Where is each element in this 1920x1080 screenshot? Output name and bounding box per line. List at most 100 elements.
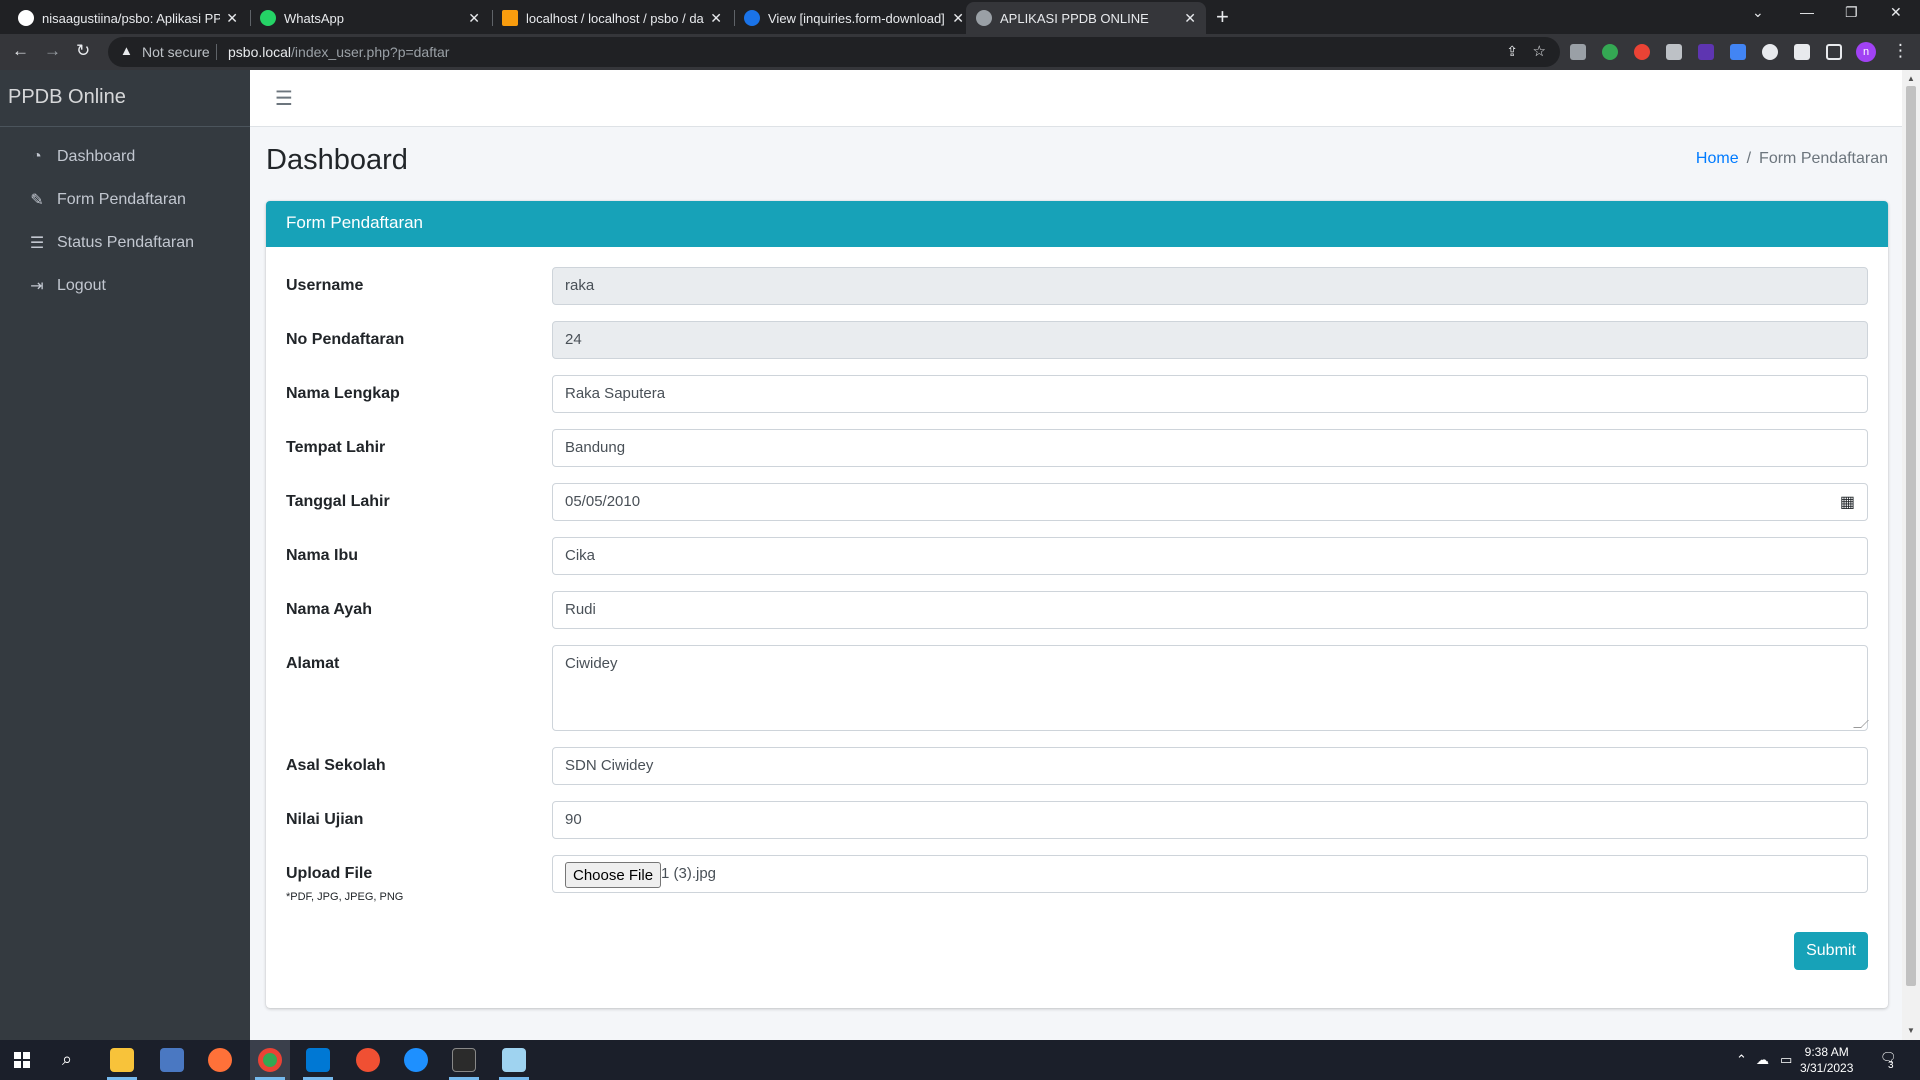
search-icon[interactable]: ⌕	[62, 1049, 72, 1070]
dashboard-icon: ◔	[32, 147, 42, 165]
sidepanel-icon[interactable]	[1826, 44, 1842, 60]
tab-title: WhatsApp	[284, 10, 344, 26]
url-path: /index_user.php?p=daftar	[291, 44, 450, 60]
date-value: 05/05/2010	[565, 493, 641, 510]
breadcrumb-home-link[interactable]: Home	[1696, 150, 1739, 167]
restore-icon[interactable]: ❐	[1845, 4, 1858, 21]
chevron-up-icon[interactable]: ⌃	[1736, 1052, 1747, 1068]
notepad-icon[interactable]	[502, 1048, 526, 1072]
choose-file-button[interactable]: Choose File	[565, 862, 662, 888]
close-icon[interactable]: ✕	[710, 10, 722, 27]
page-scrollbar[interactable]: ▲ ▼	[1902, 70, 1920, 1040]
scroll-down-icon[interactable]: ▼	[1907, 1026, 1915, 1035]
menu-icon[interactable]: ⋮	[1892, 41, 1909, 61]
extension-icon[interactable]	[1570, 44, 1586, 60]
field-label: Asal Sekolah	[286, 757, 386, 774]
new-tab-icon[interactable]: +	[1216, 4, 1229, 30]
chevron-down-icon[interactable]: ⌄	[1752, 4, 1764, 21]
registration-form-card: Form Pendaftaran Username raka No Pendaf…	[266, 201, 1888, 1008]
browser-toolbar: ← → ↻ ▲ Not secure psbo.local/index_user…	[0, 34, 1920, 70]
address-bar[interactable]: ▲ Not secure psbo.local/index_user.php?p…	[108, 37, 1560, 67]
nama-ibu-input[interactable]: Cika	[552, 537, 1868, 575]
postman-icon[interactable]	[356, 1048, 380, 1072]
tab-title: APLIKASI PPDB ONLINE	[1000, 10, 1149, 26]
back-icon[interactable]: ←	[12, 41, 29, 61]
field-label: Nama Ibu	[286, 547, 359, 564]
alamat-textarea[interactable]: Ciwidey	[552, 645, 1869, 731]
sidebar-item-status-pendaftaran[interactable]: ☰ Status Pendaftaran	[0, 221, 250, 264]
firefox-icon[interactable]	[208, 1048, 232, 1072]
hamburger-icon[interactable]: ☰	[275, 86, 293, 111]
tanggal-lahir-input[interactable]: 05/05/2010 ▦	[552, 483, 1868, 521]
resize-handle-icon[interactable]	[1853, 720, 1869, 728]
extension-icon[interactable]	[1666, 44, 1682, 60]
edge-icon[interactable]	[404, 1048, 428, 1072]
forward-icon[interactable]: →	[44, 41, 61, 61]
window-close-icon[interactable]: ✕	[1890, 4, 1902, 21]
extension-icon[interactable]	[1730, 44, 1746, 60]
tab-title: localhost / localhost / psbo / daftar	[526, 10, 705, 26]
nama-ayah-input[interactable]: Rudi	[552, 591, 1868, 629]
minimize-icon[interactable]: —	[1800, 4, 1814, 20]
nilai-ujian-input[interactable]: 90	[552, 801, 1868, 839]
sidebar-item-label: Dashboard	[57, 147, 136, 165]
url-text[interactable]: psbo.local/index_user.php?p=daftar	[228, 44, 449, 60]
sidebar-item-label: Status Pendaftaran	[57, 233, 194, 251]
close-icon[interactable]: ✕	[952, 10, 964, 27]
no-pendaftaran-input: 24	[552, 321, 1868, 359]
main-content: ☰ Dashboard Home / Form Pendaftaran Form P…	[250, 70, 1902, 1040]
network-app-icon[interactable]	[160, 1048, 184, 1072]
extension-icon[interactable]	[1698, 44, 1714, 60]
close-icon[interactable]: ✕	[226, 10, 238, 27]
sidebar-item-logout[interactable]: ⇥ Logout	[0, 264, 250, 307]
browser-tab[interactable]: localhost / localhost / psbo / daftar ✕	[492, 2, 732, 34]
asal-sekolah-input[interactable]: SDN Ciwidey	[552, 747, 1868, 785]
security-label[interactable]: Not secure	[142, 44, 210, 60]
puzzle-icon[interactable]	[1794, 44, 1810, 60]
windows-taskbar: ⌕ ⌃ ☁ ▭ 9:38 AM 3/31/2023 🗨 3	[0, 1040, 1920, 1080]
globe-icon	[976, 10, 992, 26]
brand-link[interactable]: PPDB Online	[0, 70, 250, 127]
tempat-lahir-input[interactable]: Bandung	[552, 429, 1868, 467]
edit-icon: ✎	[30, 191, 44, 209]
page-title: Dashboard	[266, 144, 408, 176]
url-host: psbo.local	[228, 44, 292, 60]
cloud-icon[interactable]: ☁	[1756, 1052, 1769, 1068]
breadcrumb-current: Form Pendaftaran	[1759, 150, 1888, 167]
scroll-thumb[interactable]	[1906, 86, 1916, 986]
scroll-up-icon[interactable]: ▲	[1907, 74, 1915, 83]
close-icon[interactable]: ✕	[468, 10, 480, 27]
browser-tab[interactable]: WhatsApp ✕	[250, 2, 490, 34]
upload-file-input[interactable]: Choose File 1 (3).jpg	[552, 855, 1868, 893]
field-label: Upload File	[286, 865, 373, 882]
warning-icon[interactable]: ▲	[120, 43, 133, 58]
browser-tab[interactable]: View [inquiries.form-download] ✕	[734, 2, 974, 34]
whatsapp-icon	[260, 10, 276, 26]
browser-tab-active[interactable]: APLIKASI PPDB ONLINE ✕	[966, 2, 1206, 34]
extension-icon[interactable]	[1762, 44, 1778, 60]
calendar-icon[interactable]: ▦	[1840, 492, 1855, 512]
profile-avatar[interactable]: n	[1856, 42, 1876, 62]
sidebar-item-dashboard[interactable]: ◔ Dashboard	[0, 135, 250, 178]
terminal-icon[interactable]	[452, 1048, 476, 1072]
star-icon[interactable]: ☆	[1533, 42, 1546, 60]
sidebar-item-form-pendaftaran[interactable]: ✎ Form Pendaftaran	[0, 178, 250, 221]
notification-count: 3	[1888, 1060, 1894, 1071]
close-icon[interactable]: ✕	[1184, 10, 1196, 27]
top-navbar: ☰	[250, 70, 1902, 127]
reload-icon[interactable]: ↻	[76, 41, 90, 61]
windows-start-icon[interactable]	[14, 1052, 30, 1068]
chrome-icon[interactable]	[258, 1048, 282, 1072]
nama-lengkap-input[interactable]: Raka Saputera	[552, 375, 1868, 413]
sidebar-item-label: Logout	[57, 276, 106, 294]
browser-tab[interactable]: nisaagustiina/psbo: Aplikasi PPDB ✕	[8, 2, 248, 34]
system-clock[interactable]: 9:38 AM 3/31/2023	[1800, 1044, 1853, 1076]
extension-icon[interactable]	[1602, 44, 1618, 60]
browser-tab-bar: nisaagustiina/psbo: Aplikasi PPDB ✕ What…	[0, 0, 1920, 34]
file-explorer-icon[interactable]	[110, 1048, 134, 1072]
submit-button[interactable]: Submit	[1794, 932, 1868, 970]
vscode-icon[interactable]	[306, 1048, 330, 1072]
network-icon[interactable]: ▭	[1780, 1052, 1792, 1068]
share-icon[interactable]: ⇪	[1506, 43, 1518, 60]
extension-icon[interactable]	[1634, 44, 1650, 60]
